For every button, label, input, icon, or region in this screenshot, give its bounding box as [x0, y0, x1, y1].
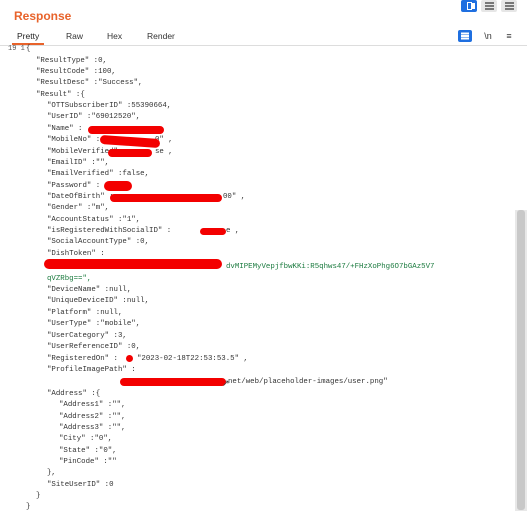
json-line: "UserCategory" :3, — [47, 332, 127, 340]
json-line: "City" :"0", — [59, 435, 113, 443]
response-header: Response — [0, 0, 527, 28]
menu-button[interactable]: ≡ — [502, 30, 516, 42]
json-line: "ResultCode" :100, — [36, 68, 116, 76]
json-value: 00" , — [223, 193, 246, 201]
redaction-mark — [104, 181, 132, 191]
json-line: "Name" : — [47, 125, 83, 133]
json-line: "PinCode" :"" — [59, 458, 117, 466]
json-value: e , — [226, 227, 240, 235]
json-value: "2023-02-18T22:53:53.5" , — [137, 355, 248, 363]
json-line: "DishToken" : — [47, 250, 105, 258]
tab-pretty[interactable]: Pretty — [17, 31, 39, 41]
tab-hex[interactable]: Hex — [107, 31, 122, 41]
json-line: "Platform" :null, — [47, 309, 123, 317]
line-number: 19 1 — [8, 45, 25, 53]
vertical-view-button[interactable] — [501, 0, 517, 12]
json-line: "UniqueDeviceID" :null, — [47, 297, 150, 305]
redaction-mark — [44, 259, 222, 269]
json-line: "State" :"0", — [59, 447, 117, 455]
redaction-mark — [200, 228, 226, 235]
json-line: "OTTSubscriberID" :55390664, — [47, 102, 172, 110]
json-line: "UserType" :"mobile", — [47, 320, 141, 328]
json-line: "Address1" :"", — [59, 401, 126, 409]
json-line: "EmailVerified" :false, — [47, 170, 150, 178]
pretty-format-button[interactable] — [458, 30, 472, 42]
json-line: }, — [47, 469, 56, 477]
json-line: "ProfileImagePath" : — [47, 366, 136, 374]
json-line: "Password" : — [47, 182, 101, 190]
json-line: "DeviceName" :null, — [47, 286, 132, 294]
json-line: "RegisteredOn" : — [47, 355, 118, 363]
json-line: { — [26, 45, 31, 53]
json-line: } — [36, 492, 41, 500]
json-value: se , — [155, 148, 173, 156]
json-line: "Address" :{ — [47, 390, 101, 398]
json-line: "SocialAccountType" :0, — [47, 238, 150, 246]
json-line: "SiteUserID" :0 — [47, 481, 114, 489]
newline-toggle-button[interactable]: \n — [481, 30, 495, 42]
split-view-icon — [466, 2, 472, 10]
tab-render[interactable]: Render — [147, 31, 175, 41]
json-value: dvMIPEMyVepjfbwKKi:R5qhws47/+FHzXoPhg6O7… — [226, 263, 435, 271]
split-view-button[interactable] — [461, 0, 477, 12]
json-line: "Gender" :"m", — [47, 204, 110, 212]
mouse-cursor-icon: ↗ — [222, 379, 230, 389]
json-line: qVZRbg==", — [47, 275, 92, 283]
redaction-mark — [110, 194, 222, 202]
horizontal-view-button[interactable] — [481, 0, 497, 12]
json-value: net/web/placeholder-images/user.png" — [228, 378, 388, 386]
json-line: "isRegisteredWithSocialID" : — [47, 227, 172, 235]
json-line: "ResultDesc" :"Success", — [36, 79, 143, 87]
redaction-mark — [120, 378, 226, 386]
json-line: "EmailID" :"", — [47, 159, 110, 167]
json-line: "ResultType" :0, — [36, 57, 107, 65]
response-editor[interactable]: 19 1 { "ResultType" :0, "ResultCode" :10… — [0, 45, 515, 511]
tab-raw[interactable]: Raw — [66, 31, 83, 41]
vertical-view-icon — [504, 5, 514, 7]
panel-title: Response — [14, 9, 72, 23]
json-line: "MobileNo" : — [47, 136, 101, 144]
layout-toggle — [461, 0, 517, 12]
json-line: "Address3" :"", — [59, 424, 126, 432]
scrollbar-thumb[interactable] — [517, 210, 525, 510]
tab-bar: Pretty Raw Hex Render — [0, 28, 527, 46]
json-line: "Address2" :"", — [59, 413, 126, 421]
json-line: "UserID" :"69012520", — [47, 113, 141, 121]
redaction-mark — [88, 126, 164, 134]
redaction-mark — [108, 149, 152, 157]
format-icon — [461, 35, 469, 37]
json-line: "UserReferenceID" :0, — [47, 343, 141, 351]
horizontal-view-icon — [484, 5, 494, 7]
redaction-mark — [99, 134, 161, 149]
json-line: "DateOfBirth" : — [47, 193, 114, 201]
redaction-mark — [126, 355, 133, 362]
json-line: "AccountStatus" :"1", — [47, 216, 141, 224]
json-line: "Result" :{ — [36, 91, 85, 99]
